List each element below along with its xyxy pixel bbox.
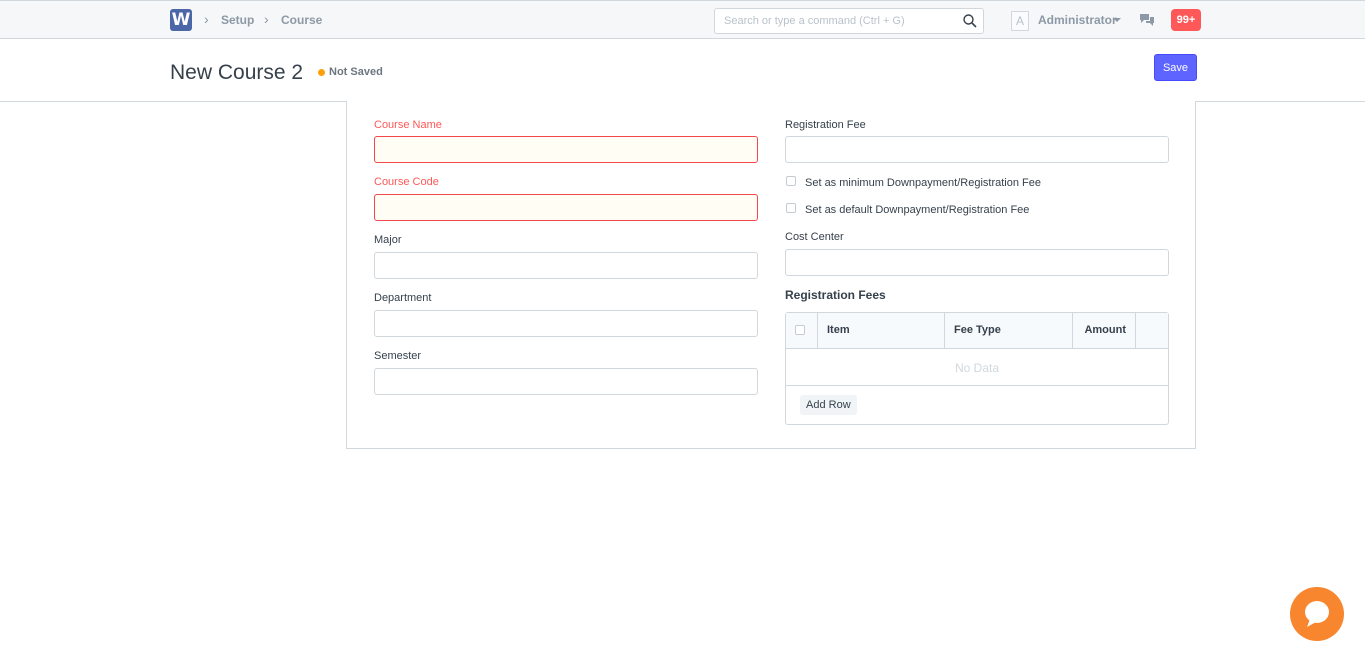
status-indicator: Not Saved <box>329 66 383 78</box>
default-downpayment-label: Set as default Downpayment/Registration … <box>805 204 1030 216</box>
app-logo[interactable]: W <box>170 9 192 31</box>
breadcrumb-course[interactable]: Course <box>281 13 322 27</box>
registration-fee-field <box>785 136 1169 163</box>
column-header-amount[interactable]: Amount <box>1073 313 1136 348</box>
chat-launcher-button[interactable] <box>1290 587 1344 641</box>
registration-fees-table: Item Fee Type Amount No Data Add Row <box>785 312 1169 425</box>
notifications-badge[interactable]: 99+ <box>1171 9 1201 31</box>
search-input[interactable] <box>715 9 955 33</box>
header-select-cell <box>786 313 818 348</box>
chat-icon <box>1305 601 1329 627</box>
add-row-button[interactable]: Add Row <box>800 395 857 415</box>
major-input[interactable] <box>375 253 757 278</box>
department-input[interactable] <box>375 311 757 336</box>
column-settings-cell <box>1136 313 1168 348</box>
min-downpayment-checkbox[interactable] <box>786 176 796 186</box>
select-all-checkbox[interactable] <box>795 325 805 335</box>
page-head: New Course 2 Not Saved Save <box>0 39 1365 102</box>
search-icon[interactable] <box>962 13 978 29</box>
breadcrumb-setup[interactable]: Setup <box>221 13 254 27</box>
chevron-right-icon: › <box>264 11 269 27</box>
save-button[interactable]: Save <box>1154 54 1197 81</box>
course-name-label: Course Name <box>374 119 442 131</box>
comments-icon[interactable] <box>1139 13 1155 27</box>
column-header-item[interactable]: Item <box>818 313 945 348</box>
page-title: New Course 2 <box>170 61 304 84</box>
table-header: Item Fee Type Amount <box>786 313 1168 349</box>
course-code-label: Course Code <box>374 176 439 188</box>
default-downpayment-checkbox[interactable] <box>786 203 796 213</box>
registration-fee-input[interactable] <box>786 137 1168 162</box>
min-downpayment-label: Set as minimum Downpayment/Registration … <box>805 177 1041 189</box>
course-code-field <box>374 194 758 221</box>
course-form: Course Name Course Code Major Department… <box>346 101 1196 449</box>
major-field <box>374 252 758 279</box>
registration-fee-label: Registration Fee <box>785 119 866 131</box>
department-field <box>374 310 758 337</box>
awesomebar-search <box>714 8 984 34</box>
course-code-input[interactable] <box>375 195 757 220</box>
course-name-input[interactable] <box>375 137 757 162</box>
navbar: W › Setup › Course A Administrator 99+ <box>0 0 1365 39</box>
empty-state: No Data <box>786 350 1168 386</box>
chevron-right-icon: › <box>204 11 209 27</box>
semester-field <box>374 368 758 395</box>
avatar[interactable]: A <box>1011 11 1029 31</box>
user-menu[interactable]: Administrator <box>1038 13 1117 27</box>
status-dot-icon <box>318 69 325 76</box>
registration-fees-title: Registration Fees <box>785 288 886 302</box>
chevron-down-icon[interactable] <box>1113 18 1121 22</box>
cost-center-field <box>785 249 1169 276</box>
semester-label: Semester <box>374 350 422 362</box>
cost-center-label: Cost Center <box>785 231 844 243</box>
column-header-fee-type[interactable]: Fee Type <box>945 313 1073 348</box>
major-label: Major <box>374 234 402 246</box>
cost-center-input[interactable] <box>786 250 1168 275</box>
course-name-field <box>374 136 758 163</box>
department-label: Department <box>374 292 432 304</box>
semester-input[interactable] <box>375 369 757 394</box>
